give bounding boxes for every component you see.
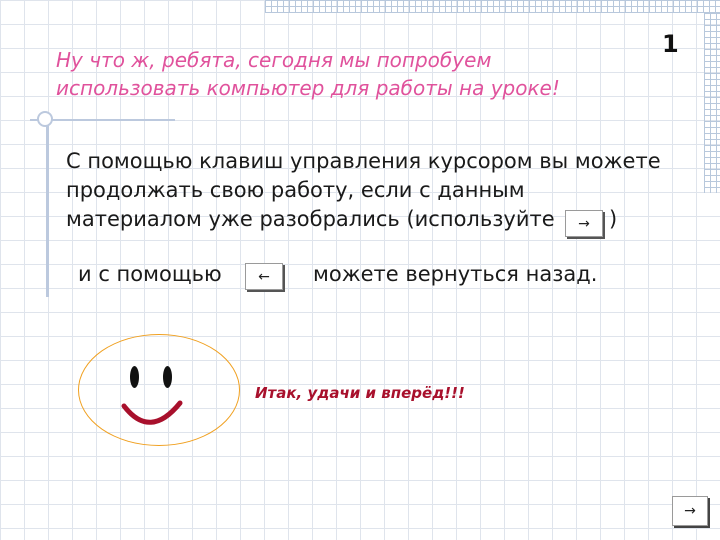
next-slide-button[interactable]: →	[672, 496, 708, 526]
back-arrow-key: ←	[245, 263, 283, 290]
smiley-mouth	[121, 400, 183, 425]
decorative-grid-strip-right	[704, 13, 720, 193]
smiley-left-eye	[130, 366, 139, 388]
decorative-grid-strip-top	[265, 0, 720, 13]
forward-arrow-key: →	[565, 210, 603, 237]
title-line-2: использовать компьютер для работы на уро…	[56, 76, 560, 100]
slide-title: Ну что ж, ребята, сегодня мы попробуем и…	[56, 46, 656, 102]
title-line-1: Ну что ж, ребята, сегодня мы попробуем	[56, 48, 492, 72]
slide-number: 1	[662, 30, 679, 58]
body-line-2: продолжать свою работу, если с данным	[66, 178, 525, 202]
body-line-4-rest: можете вернуться назад.	[313, 262, 598, 286]
body-line-3-close: )	[609, 207, 618, 231]
body-line-1: С помощью клавиш управления курсором вы …	[66, 149, 661, 173]
body-line-4: и с помощью	[78, 262, 222, 286]
body-line-3: материалом уже разобрались (используйте	[66, 207, 555, 231]
decorative-vertical-rule	[46, 112, 49, 297]
decorative-circle-marker	[37, 111, 53, 127]
slogan-text: Итак, удачи и вперёд!!!	[255, 384, 465, 402]
smiley-right-eye	[163, 366, 172, 388]
